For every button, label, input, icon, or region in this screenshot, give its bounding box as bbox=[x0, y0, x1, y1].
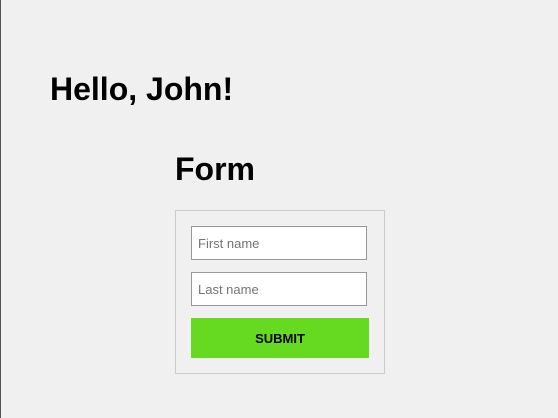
first-name-input[interactable] bbox=[191, 226, 367, 260]
greeting-heading: Hello, John! bbox=[50, 71, 234, 107]
form-container: SUBMIT bbox=[175, 210, 385, 374]
submit-button[interactable]: SUBMIT bbox=[191, 318, 369, 358]
window-left-edge bbox=[0, 0, 1, 418]
form-heading: Form bbox=[175, 151, 255, 187]
last-name-input[interactable] bbox=[191, 272, 367, 306]
